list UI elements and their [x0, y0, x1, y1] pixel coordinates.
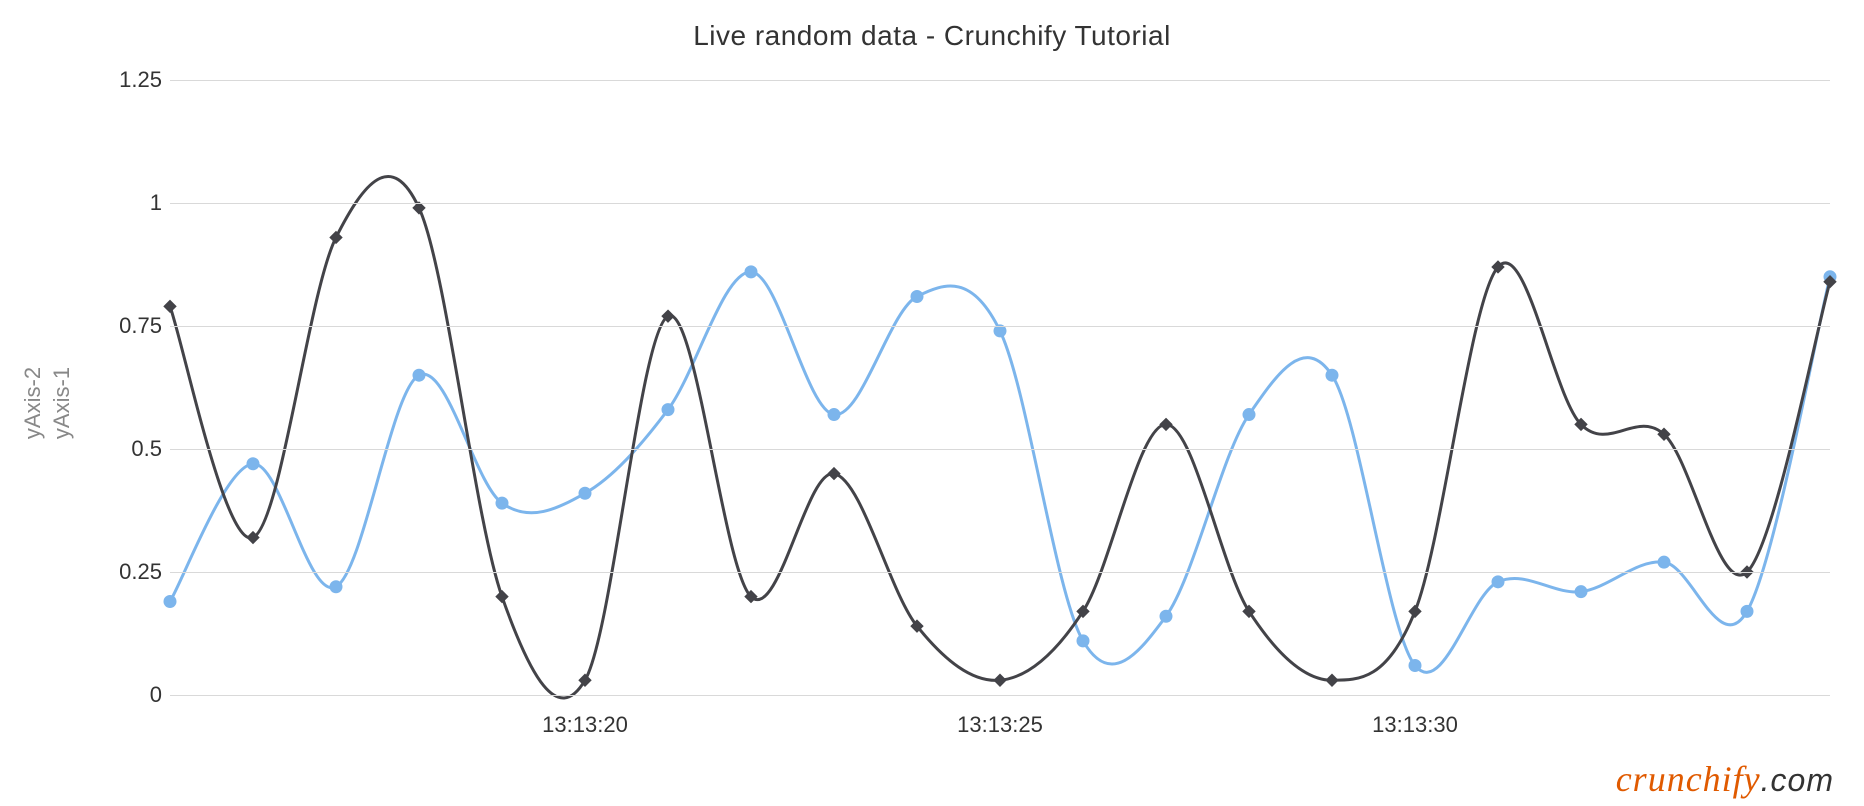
data-point[interactable] — [1326, 674, 1338, 686]
data-point[interactable] — [1409, 659, 1421, 671]
series-line-2[interactable] — [170, 176, 1830, 698]
chart-svg — [170, 80, 1830, 695]
y-tick-label: 0 — [150, 682, 162, 708]
gridline — [170, 326, 1830, 327]
data-point[interactable] — [496, 497, 508, 509]
x-tick-label: 13:13:20 — [542, 712, 628, 738]
data-point[interactable] — [164, 300, 176, 312]
data-point[interactable] — [745, 266, 757, 278]
data-point[interactable] — [911, 290, 923, 302]
watermark-suffix: .com — [1761, 762, 1834, 798]
data-point[interactable] — [1243, 409, 1255, 421]
y-axis-label-1: yAxis-1 — [49, 367, 75, 439]
data-point[interactable] — [1658, 556, 1670, 568]
y-tick-label: 0.75 — [119, 313, 162, 339]
y-tick-label: 1 — [150, 190, 162, 216]
data-point[interactable] — [828, 468, 840, 480]
y-tick-label: 0.5 — [131, 436, 162, 462]
gridline — [170, 449, 1830, 450]
y-axis-label-2: yAxis-2 — [20, 367, 46, 439]
data-point[interactable] — [247, 458, 259, 470]
data-point[interactable] — [579, 487, 591, 499]
chart-title: Live random data - Crunchify Tutorial — [0, 0, 1864, 52]
data-point[interactable] — [496, 591, 508, 603]
x-tick-label: 13:13:25 — [957, 712, 1043, 738]
data-point[interactable] — [330, 581, 342, 593]
data-point[interactable] — [1492, 576, 1504, 588]
data-point[interactable] — [1160, 418, 1172, 430]
gridline — [170, 80, 1830, 81]
data-point[interactable] — [1575, 586, 1587, 598]
data-point[interactable] — [1326, 369, 1338, 381]
data-point[interactable] — [994, 674, 1006, 686]
data-point[interactable] — [1077, 635, 1089, 647]
x-tick-label: 13:13:30 — [1372, 712, 1458, 738]
chart-container: Live random data - Crunchify Tutorial yA… — [0, 0, 1864, 806]
gridline — [170, 572, 1830, 573]
data-point[interactable] — [1409, 605, 1421, 617]
watermark: crunchify.com — [1616, 758, 1834, 800]
data-point[interactable] — [164, 596, 176, 608]
data-point[interactable] — [662, 404, 674, 416]
data-point[interactable] — [828, 409, 840, 421]
gridline — [170, 695, 1830, 696]
gridline — [170, 203, 1830, 204]
y-tick-label: 0.25 — [119, 559, 162, 585]
data-point[interactable] — [330, 231, 342, 243]
y-tick-label: 1.25 — [119, 67, 162, 93]
data-point[interactable] — [1741, 605, 1753, 617]
data-point[interactable] — [413, 369, 425, 381]
watermark-brand: crunchify — [1616, 759, 1761, 799]
plot-area[interactable] — [170, 80, 1830, 695]
data-point[interactable] — [1160, 610, 1172, 622]
